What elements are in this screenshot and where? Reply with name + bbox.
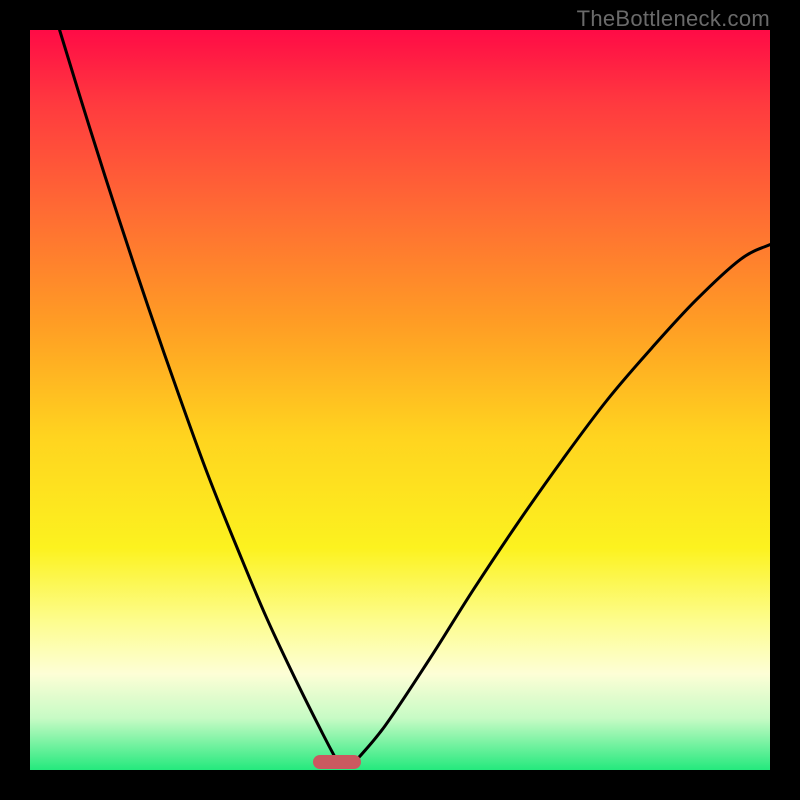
bottleneck-curve: [30, 30, 770, 770]
chart-frame: TheBottleneck.com: [0, 0, 800, 800]
optimal-marker: [313, 755, 361, 769]
plot-area: [30, 30, 770, 770]
attribution-text: TheBottleneck.com: [577, 6, 770, 32]
curve-left-branch: [60, 30, 338, 761]
curve-right-branch: [356, 245, 770, 762]
